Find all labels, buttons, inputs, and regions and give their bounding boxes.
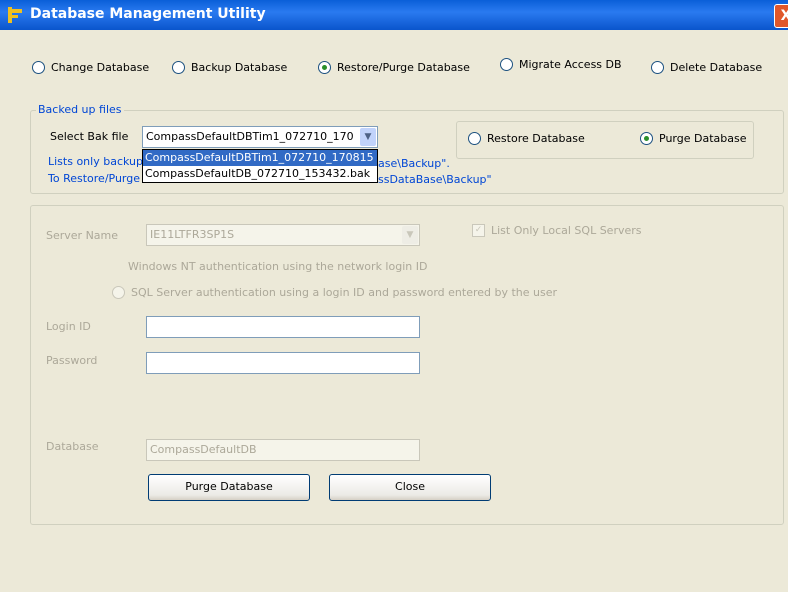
database-input[interactable]: CompassDefaultDB — [146, 439, 420, 461]
radio-selected-icon — [640, 132, 653, 145]
radio-circle-icon — [651, 61, 664, 74]
info-line-2-end: ssDataBase\Backup" — [378, 173, 492, 186]
radio-label: Backup Database — [191, 61, 288, 74]
radio-circle-icon — [112, 286, 125, 299]
radio-delete-database[interactable]: Delete Database — [651, 61, 762, 74]
server-name-value: IE11LTFR3SP1S — [150, 228, 235, 241]
login-id-label: Login ID — [46, 320, 91, 333]
dropdown-option[interactable]: CompassDefaultDBTim1_072710_170815 — [143, 150, 377, 166]
radio-label: Restore/Purge Database — [337, 61, 470, 74]
radio-migrate-access-db[interactable]: Migrate Access DB — [500, 58, 622, 71]
database-utility-window: Database Management Utility X Change Dat… — [0, 0, 788, 592]
radio-circle-icon — [500, 58, 513, 71]
info-line-1-end: ase\Backup". — [378, 157, 450, 170]
dropdown-option[interactable]: CompassDefaultDB_072710_153432.bak — [143, 166, 377, 182]
app-icon — [8, 7, 22, 23]
radio-restore-database[interactable]: Restore Database — [468, 132, 585, 145]
radio-sql-auth[interactable]: SQL Server authentication using a login … — [112, 286, 557, 299]
radio-label: Migrate Access DB — [519, 58, 622, 71]
radio-circle-icon — [32, 61, 45, 74]
nt-auth-label: Windows NT authentication using the netw… — [128, 260, 428, 273]
bak-file-select[interactable]: CompassDefaultDBTim1_072710_170 ▼ — [142, 126, 378, 148]
radio-purge-database[interactable]: Purge Database — [640, 132, 746, 145]
chevron-down-icon[interactable]: ▼ — [402, 226, 418, 244]
radio-backup-database[interactable]: Backup Database — [172, 61, 287, 74]
radio-label: Change Database — [51, 61, 150, 74]
database-label: Database — [46, 440, 99, 453]
radio-label: Restore Database — [487, 132, 585, 145]
radio-selected-icon — [318, 61, 331, 74]
radio-restore-purge-database[interactable]: Restore/Purge Database — [318, 61, 470, 74]
server-name-select[interactable]: IE11LTFR3SP1S ▼ — [146, 224, 420, 246]
server-name-label: Server Name — [46, 229, 119, 242]
backup-group-legend: Backed up files — [36, 103, 124, 116]
login-id-input[interactable] — [146, 316, 420, 338]
password-input[interactable] — [146, 352, 420, 374]
info-line-1-start: Lists only backup — [48, 155, 143, 168]
bak-file-dropdown-list: CompassDefaultDBTim1_072710_170815 Compa… — [142, 149, 378, 183]
purge-database-button[interactable]: Purge Database — [148, 474, 310, 501]
select-bak-label: Select Bak file — [50, 130, 129, 143]
list-local-servers-checkbox[interactable]: ✓ List Only Local SQL Servers — [472, 224, 642, 237]
info-line-2-start: To Restore/Purge — [48, 172, 141, 185]
radio-circle-icon — [468, 132, 481, 145]
database-value: CompassDefaultDB — [150, 443, 257, 456]
selected-bak-file: CompassDefaultDBTim1_072710_170 — [146, 130, 354, 143]
checkbox-label: List Only Local SQL Servers — [491, 224, 642, 237]
radio-label: Purge Database — [659, 132, 747, 145]
radio-label: Delete Database — [670, 61, 763, 74]
chevron-down-icon[interactable]: ▼ — [360, 128, 376, 146]
radio-change-database[interactable]: Change Database — [32, 61, 149, 74]
title-bar: Database Management Utility X — [0, 0, 788, 30]
radio-circle-icon — [172, 61, 185, 74]
close-window-button[interactable]: X — [774, 4, 788, 28]
close-button[interactable]: Close — [329, 474, 491, 501]
radio-label: SQL Server authentication using a login … — [131, 286, 558, 299]
password-label: Password — [46, 354, 98, 367]
checkbox-checked-icon: ✓ — [472, 224, 485, 237]
window-title: Database Management Utility — [30, 6, 266, 22]
